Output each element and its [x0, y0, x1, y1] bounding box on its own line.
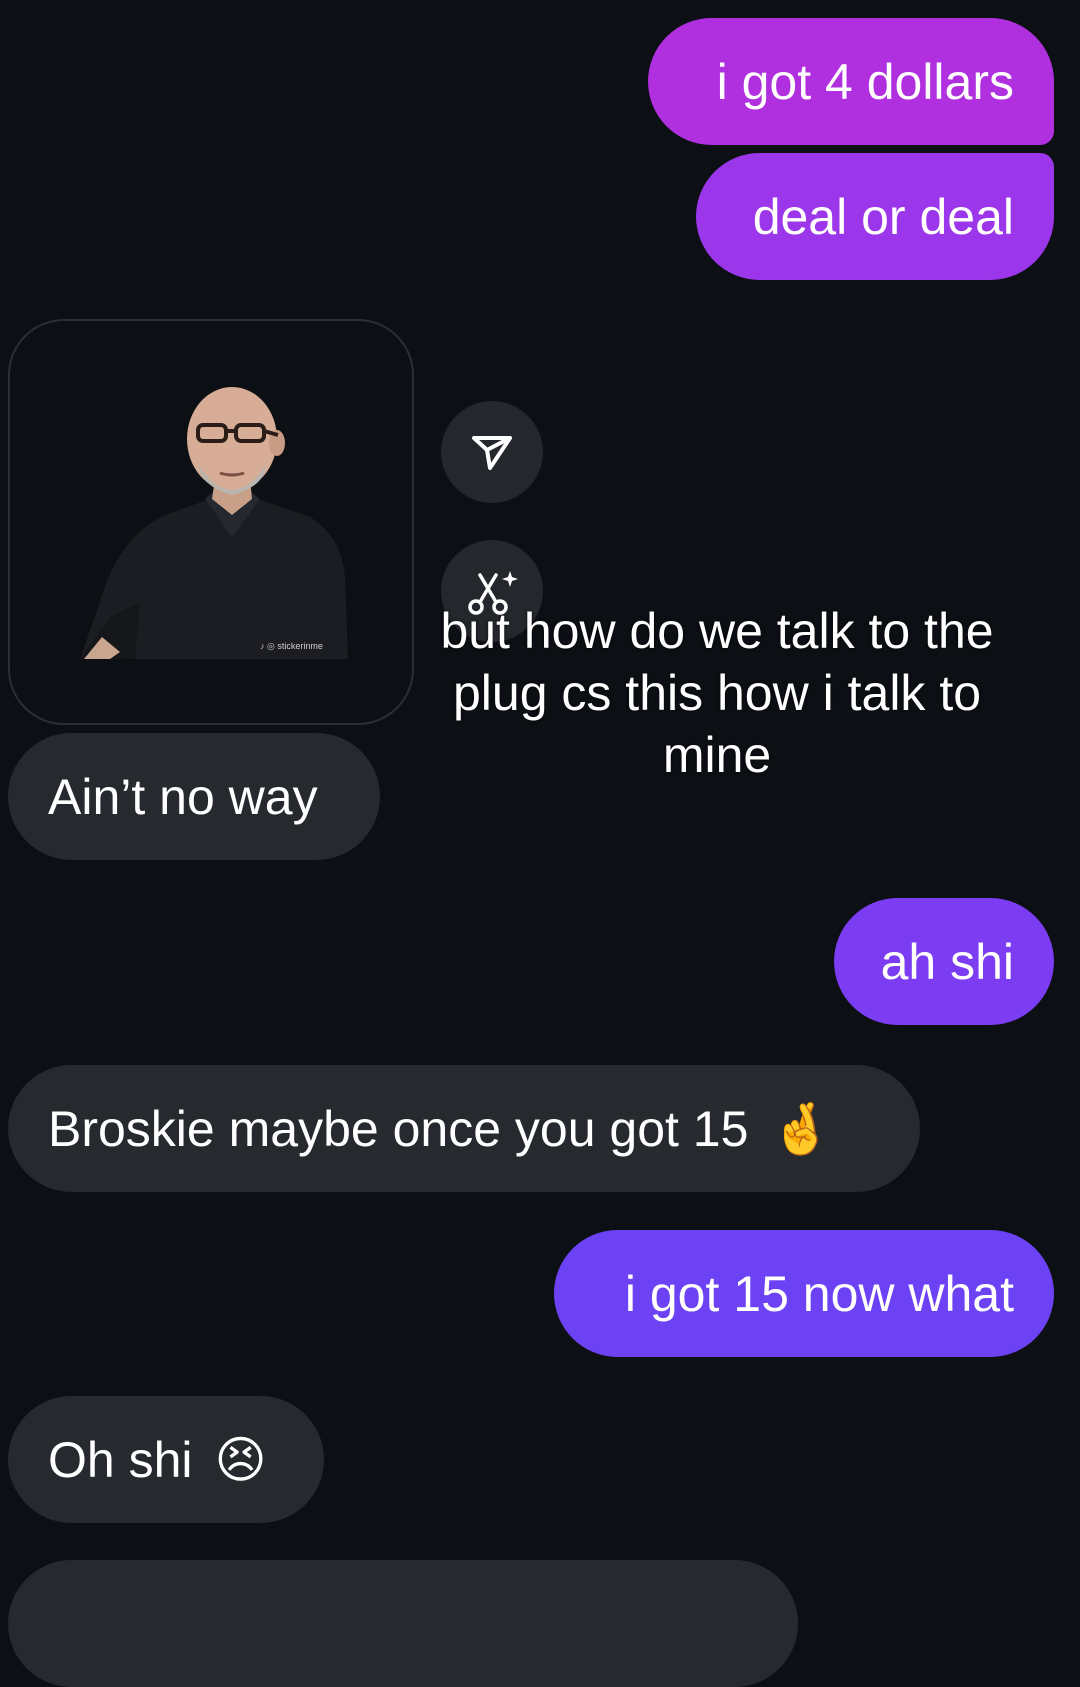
message-text: i got 4 dollars — [716, 53, 1014, 110]
message-text: Oh shi — [48, 1431, 193, 1488]
message-bubble-received[interactable] — [8, 1560, 798, 1687]
persevering-face-emoji: 😣 — [214, 1431, 267, 1488]
message-bubble-sent[interactable]: i got 15 now what — [554, 1230, 1054, 1357]
sticker-image — [80, 387, 348, 659]
message-text: ah shi — [880, 933, 1014, 990]
sticker-message[interactable]: ♪ ◎ stickerinme — [8, 319, 414, 725]
message-bubble-sent[interactable]: ah shi — [834, 898, 1054, 1025]
share-button[interactable] — [441, 401, 543, 503]
message-bubble-sent[interactable]: deal or deal — [696, 153, 1054, 280]
message-bubble-received[interactable]: Ain’t no way — [8, 733, 380, 860]
overlay-caption: but how do we talk to the plug cs this h… — [440, 603, 994, 783]
paper-plane-icon — [472, 436, 512, 470]
message-bubble-sent[interactable]: i got 4 dollars — [648, 18, 1054, 145]
message-bubble-received[interactable]: Broskie maybe once you got 15 🤞 — [8, 1065, 920, 1192]
message-text: deal or deal — [752, 188, 1014, 245]
message-text: i got 15 now what — [624, 1265, 1014, 1322]
crossed-fingers-emoji: 🤞 — [770, 1100, 833, 1157]
message-bubble-received[interactable]: Oh shi 😣 — [8, 1396, 324, 1523]
sticker-watermark: ♪ ◎ stickerinme — [260, 641, 323, 651]
message-text: Ain’t no way — [48, 768, 318, 825]
message-text: Broskie maybe once you got 15 — [48, 1100, 749, 1157]
